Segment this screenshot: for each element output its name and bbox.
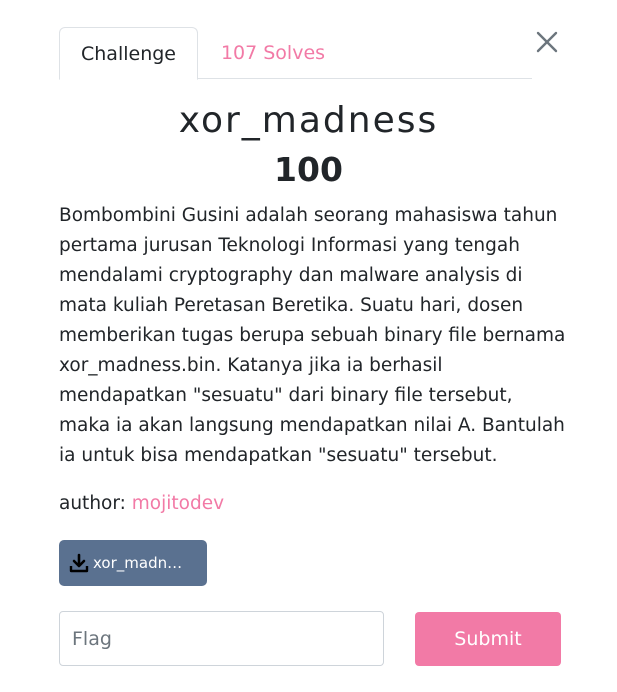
tab-solves-label: 107 Solves	[220, 42, 326, 64]
challenge-value: 100	[274, 150, 343, 189]
download-icon	[69, 553, 91, 573]
author-prefix: author:	[59, 493, 132, 514]
tab-challenge[interactable]: Challenge	[59, 27, 198, 80]
challenge-tabs: Challenge 107 Solves	[59, 27, 532, 80]
download-file-label: xor_madn…	[93, 554, 183, 572]
download-file-button[interactable]: xor_madn…	[59, 540, 207, 586]
challenge-name: xor_madness	[178, 100, 439, 141]
tab-solves[interactable]: 107 Solves	[211, 27, 335, 79]
tab-challenge-label: Challenge	[81, 42, 176, 65]
challenge-author: author: mojitodev	[59, 489, 224, 519]
challenge-description: Bombombini Gusini adalah seorang mahasis…	[59, 205, 566, 466]
author-link[interactable]: mojitodev	[132, 493, 224, 514]
close-icon	[536, 31, 558, 53]
close-button[interactable]	[533, 28, 561, 56]
flag-input[interactable]	[59, 611, 384, 666]
submit-button[interactable]: Submit	[415, 612, 561, 666]
